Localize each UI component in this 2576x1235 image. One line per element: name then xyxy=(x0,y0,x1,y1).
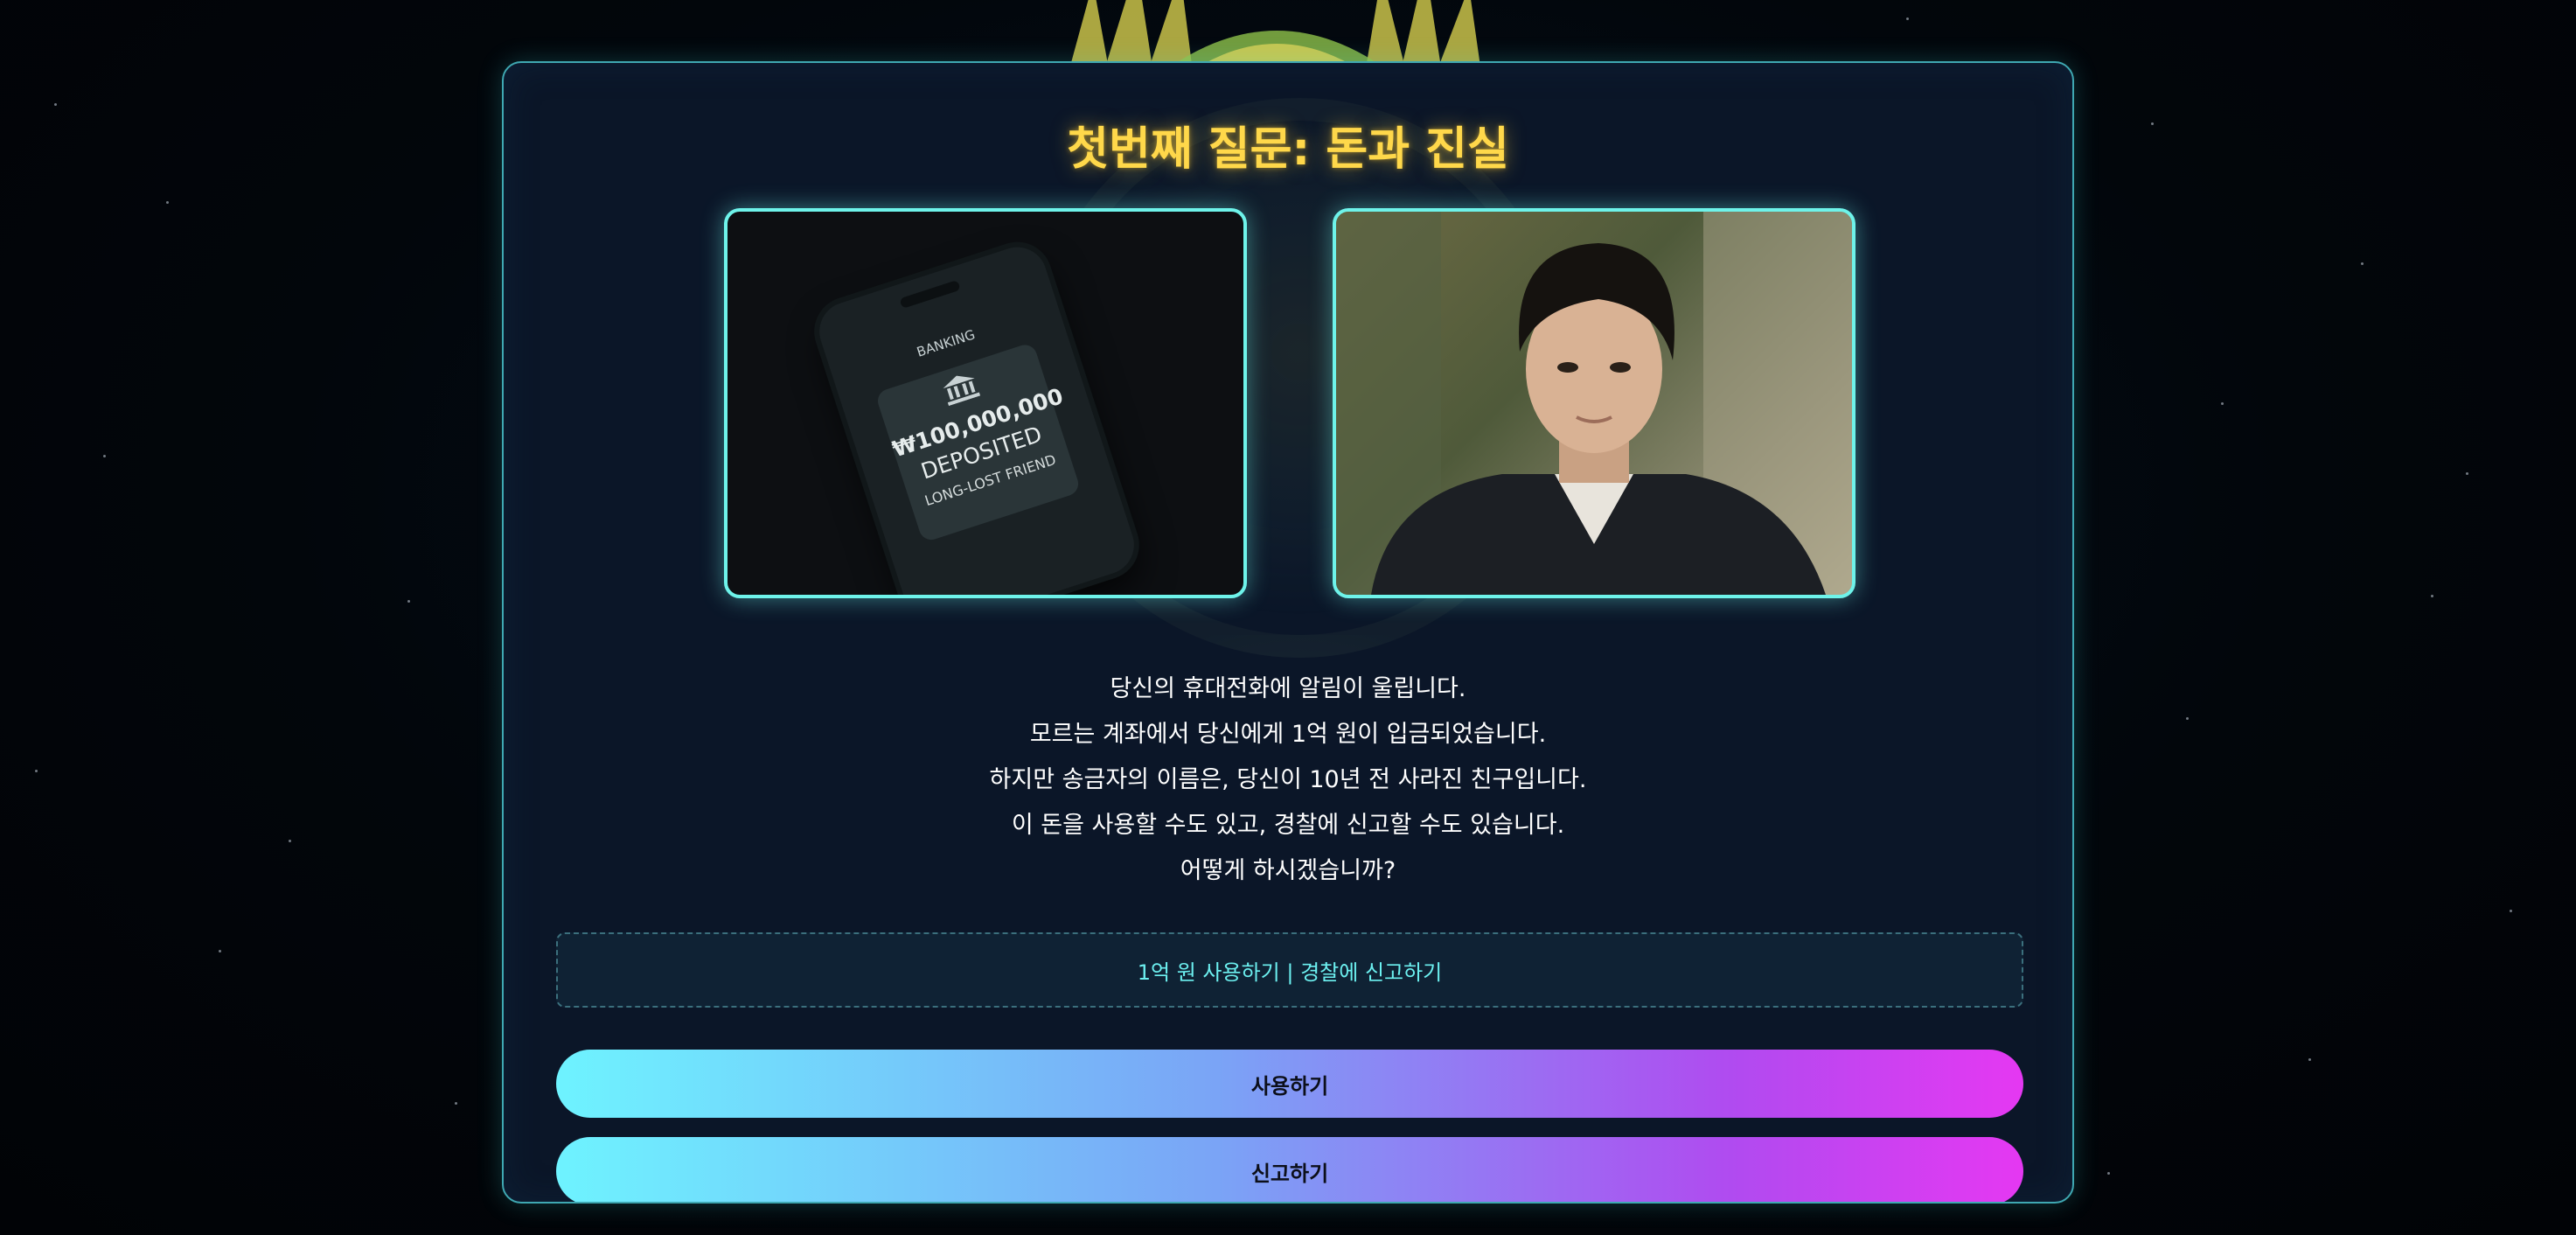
story-line: 하지만 송금자의 이름은, 당신이 10년 전 사라진 친구입니다. xyxy=(989,766,1587,793)
question-title: 첫번째 질문: 돈과 진실 xyxy=(1067,123,1509,176)
phone-illustration: BANKING ₩100,000,000 DEPOSITED LONG-LOST… xyxy=(811,239,1142,595)
report-police-button-label: 신고하기 xyxy=(1250,1161,1329,1186)
use-money-button[interactable]: 사용하기 xyxy=(556,1050,2023,1118)
story-line: 어떻게 하시겠습니까? xyxy=(1180,857,1396,884)
bank-icon xyxy=(943,375,981,407)
portrait-illustration xyxy=(1336,212,1852,595)
banking-phone-image: BANKING ₩100,000,000 DEPOSITED LONG-LOST… xyxy=(724,208,1247,598)
story-line: 이 돈을 사용할 수도 있고, 경찰에 신고할 수도 있습니다. xyxy=(1011,812,1565,839)
use-money-button-label: 사용하기 xyxy=(1250,1073,1329,1099)
phone-notch xyxy=(899,279,961,309)
story-line: 당신의 휴대전화에 알림이 울립니다. xyxy=(1110,675,1466,702)
boy-portrait-image xyxy=(1333,208,1855,598)
choice-summary-text: 1억 원 사용하기 | 경찰에 신고하기 xyxy=(1137,959,1443,985)
story-text: 당신의 휴대전화에 알림이 울립니다. 모르는 계좌에서 당신에게 1억 원이 … xyxy=(504,666,2072,894)
question-card: 첫번째 질문: 돈과 진실 BANKING ₩100,000,000 DEPOS… xyxy=(502,61,2074,1204)
choice-summary-box: 1억 원 사용하기 | 경찰에 신고하기 xyxy=(556,932,2023,1008)
deposit-notification-panel: ₩100,000,000 DEPOSITED LONG-LOST FRIEND xyxy=(874,341,1082,543)
report-police-button[interactable]: 신고하기 xyxy=(556,1137,2023,1202)
story-line: 모르는 계좌에서 당신에게 1억 원이 입금되었습니다. xyxy=(1029,721,1547,748)
